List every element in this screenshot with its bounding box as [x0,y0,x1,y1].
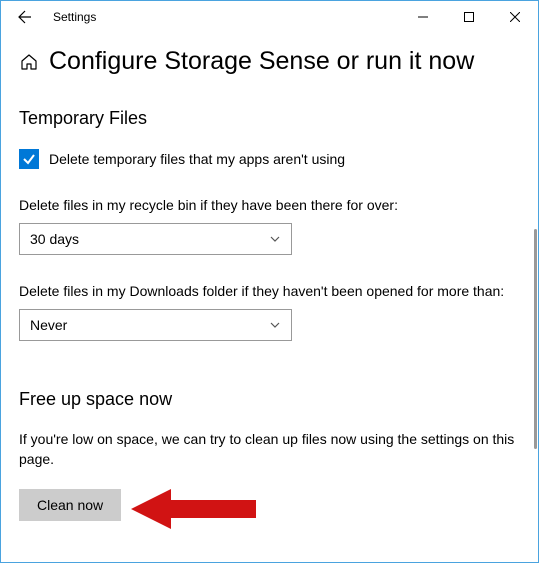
titlebar: Settings [1,1,538,33]
scrollbar[interactable] [534,229,537,449]
chevron-down-icon [269,319,281,331]
page-title: Configure Storage Sense or run it now [49,47,474,76]
recycle-bin-value: 30 days [30,231,79,247]
page-header: Configure Storage Sense or run it now [19,47,520,76]
free-up-description: If you're low on space, we can try to cl… [19,430,520,469]
minimize-icon [418,12,428,22]
delete-temp-checkbox[interactable] [19,149,39,169]
back-button[interactable] [9,1,41,33]
recycle-bin-label: Delete files in my recycle bin if they h… [19,197,520,213]
close-icon [510,12,520,22]
recycle-bin-dropdown[interactable]: 30 days [19,223,292,255]
clean-now-button[interactable]: Clean now [19,489,121,521]
window-title: Settings [53,10,96,24]
delete-temp-checkbox-row: Delete temporary files that my apps aren… [19,149,520,169]
maximize-icon [464,12,474,22]
home-icon [19,52,39,72]
temp-files-heading: Temporary Files [19,108,520,129]
arrow-left-icon [17,9,33,25]
window-controls [400,1,538,33]
downloads-value: Never [30,317,67,333]
free-up-heading: Free up space now [19,389,520,410]
downloads-dropdown[interactable]: Never [19,309,292,341]
delete-temp-label: Delete temporary files that my apps aren… [49,151,345,167]
downloads-label: Delete files in my Downloads folder if t… [19,283,520,299]
checkmark-icon [22,152,36,166]
close-button[interactable] [492,1,538,33]
chevron-down-icon [269,233,281,245]
maximize-button[interactable] [446,1,492,33]
minimize-button[interactable] [400,1,446,33]
content: Configure Storage Sense or run it now Te… [1,33,538,521]
